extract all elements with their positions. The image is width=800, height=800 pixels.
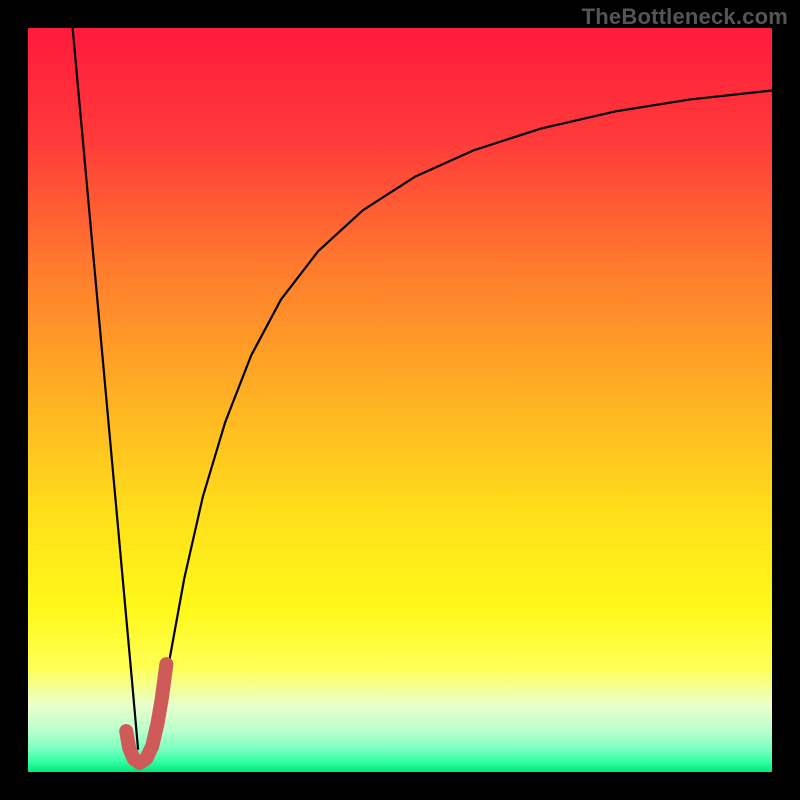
chart-svg — [28, 28, 772, 772]
plot-area — [28, 28, 772, 772]
chart-frame: TheBottleneck.com — [0, 0, 800, 800]
watermark-label: TheBottleneck.com — [582, 4, 788, 30]
gradient-background — [28, 28, 772, 772]
